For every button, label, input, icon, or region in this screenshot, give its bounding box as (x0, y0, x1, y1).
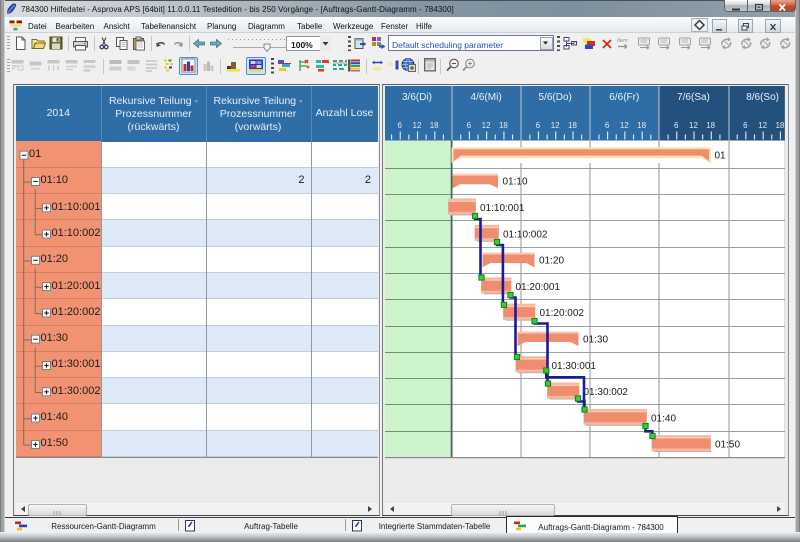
svg-text:6: 6 (535, 121, 540, 130)
svg-text:12: 12 (412, 121, 421, 130)
svg-text:01:10:002: 01:10:002 (503, 229, 548, 240)
svg-text:5/6(Do): 5/6(Do) (538, 92, 571, 103)
svg-text:01:20:002: 01:20:002 (539, 308, 584, 319)
svg-text:6: 6 (466, 121, 471, 130)
svg-text:3/6(Di): 3/6(Di) (401, 92, 431, 103)
svg-text:12: 12 (758, 121, 767, 130)
svg-text:7/6(Sa): 7/6(Sa) (677, 92, 710, 103)
svg-text:12: 12 (689, 121, 698, 130)
svg-text:6: 6 (743, 121, 748, 130)
svg-text:01: 01 (714, 150, 726, 161)
svg-text:01:30:001: 01:30:001 (551, 361, 596, 372)
svg-text:12: 12 (481, 121, 490, 130)
svg-text:12: 12 (619, 121, 628, 130)
svg-text:8/6(So): 8/6(So) (746, 92, 779, 103)
svg-text:Item: Item (617, 38, 628, 44)
svg-text:01:50: 01:50 (715, 440, 740, 451)
svg-text:6: 6 (673, 121, 678, 130)
svg-text:01:10: 01:10 (502, 177, 527, 188)
svg-text:18: 18 (775, 121, 784, 130)
svg-text:18: 18 (637, 121, 646, 130)
svg-text:6: 6 (397, 121, 402, 130)
svg-text:01:30:002: 01:30:002 (583, 387, 628, 398)
svg-text:6/6(Fr): 6/6(Fr) (609, 92, 639, 103)
svg-text:18: 18 (706, 121, 715, 130)
svg-text:18: 18 (429, 121, 438, 130)
svg-text:01:20:001: 01:20:001 (515, 282, 560, 293)
svg-text:01:40: 01:40 (651, 413, 676, 424)
svg-text:6: 6 (604, 121, 609, 130)
svg-text:4/6(Mi): 4/6(Mi) (470, 92, 501, 103)
svg-text:18: 18 (498, 121, 507, 130)
svg-text:18: 18 (568, 121, 577, 130)
svg-text:01:20: 01:20 (539, 256, 564, 267)
svg-text:12: 12 (550, 121, 559, 130)
svg-text:01:10:001: 01:10:001 (480, 203, 525, 214)
svg-text:01:30: 01:30 (583, 335, 608, 346)
